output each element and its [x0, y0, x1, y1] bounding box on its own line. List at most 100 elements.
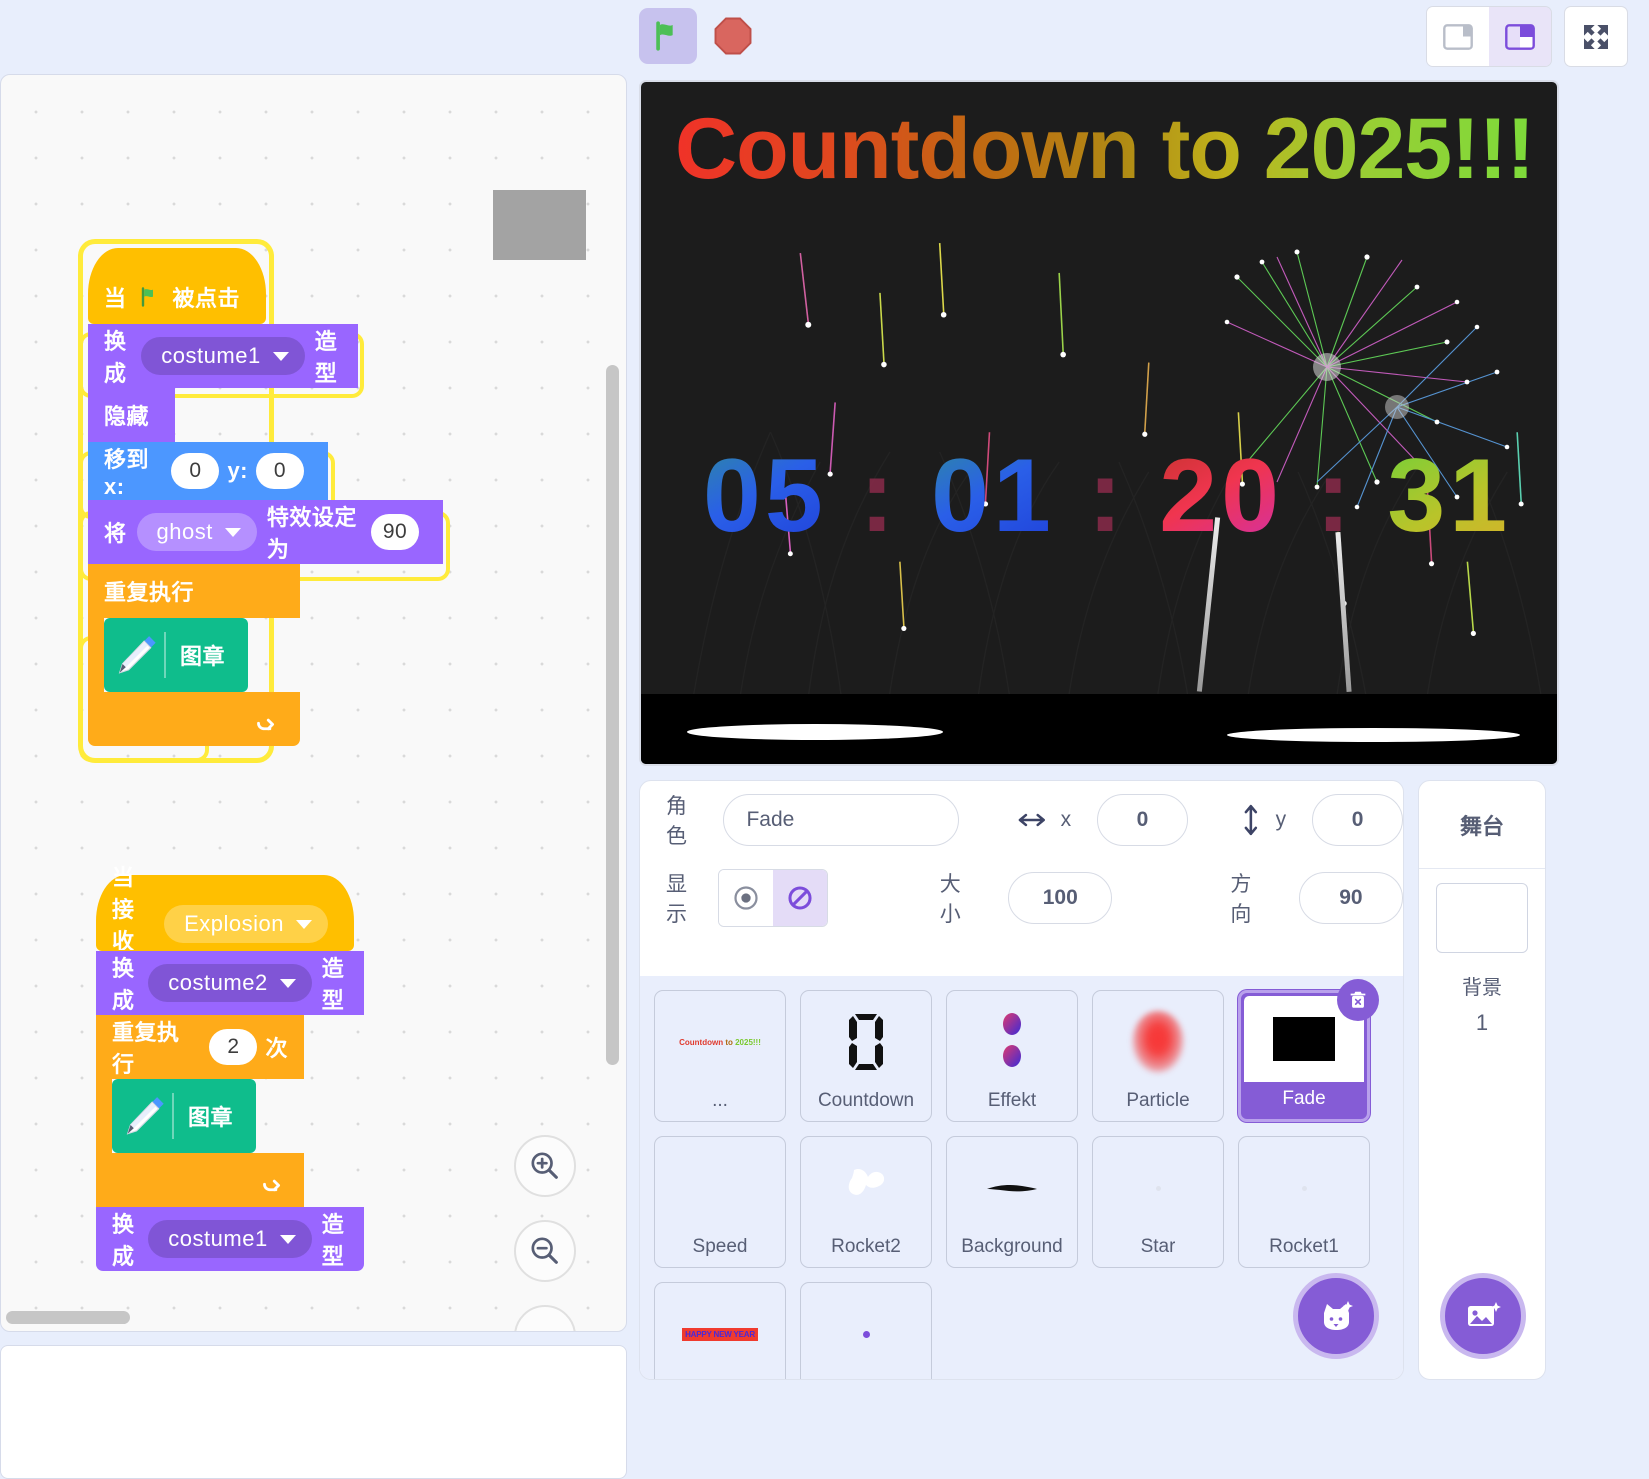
- sprite-card-effekt[interactable]: Effekt: [946, 990, 1078, 1122]
- green-flag-button[interactable]: [639, 8, 697, 64]
- block-switch-costume-2[interactable]: 换成 costume2 造型: [96, 951, 364, 1015]
- block-stamp[interactable]: 图章: [112, 1079, 256, 1153]
- code-workspace[interactable]: 当 被点击 换成 costume1 造型 隐藏 移到 x: 0: [0, 74, 627, 1332]
- sprite-card-background[interactable]: Background: [946, 1136, 1078, 1268]
- black-rect-icon: [1273, 1017, 1335, 1061]
- code-horizontal-scrollbar[interactable]: [6, 1311, 130, 1324]
- block-repeat-header[interactable]: 重复执行 2 次: [96, 1015, 304, 1079]
- countdown-minutes: 01: [931, 437, 1055, 556]
- x-input[interactable]: 0: [171, 453, 219, 489]
- show-sprite-button[interactable]: [719, 870, 773, 926]
- two-dots-icon: [1000, 1011, 1024, 1073]
- stop-button[interactable]: [705, 8, 761, 64]
- message-dropdown[interactable]: Explosion: [164, 905, 328, 943]
- block-label: 隐藏: [104, 399, 149, 431]
- zoom-out-icon: [528, 1234, 562, 1268]
- sprite-card-countdown[interactable]: Countdown: [800, 990, 932, 1122]
- size-label: 大小: [940, 868, 976, 928]
- black-line-thumb: [947, 1147, 1077, 1229]
- block-label: y:: [227, 458, 248, 484]
- sprite-card-rocket1[interactable]: Rocket1: [1238, 1136, 1370, 1268]
- seven-segment-digit-icon: [846, 1011, 886, 1073]
- block-label: 特效设定为: [267, 500, 363, 564]
- sprite-info-row-2: 显示 大小 100 方向 90: [640, 859, 1403, 937]
- block-set-effect[interactable]: 将 ghost 特效设定为 90: [88, 500, 443, 564]
- add-sprite-button[interactable]: [1293, 1273, 1379, 1359]
- block-goto-xy[interactable]: 移到 x: 0 y: 0: [88, 442, 328, 500]
- sprite-name-input[interactable]: Fade: [723, 794, 959, 846]
- y-label: y: [1276, 808, 1287, 832]
- small-stage-layout-button[interactable]: [1427, 7, 1489, 66]
- seven-segment-zero-thumb: [801, 1001, 931, 1083]
- sprite-card-star[interactable]: Star: [1092, 1136, 1224, 1268]
- sprite-card-fade[interactable]: Fade: [1238, 990, 1370, 1122]
- code-horizontal-scrollbar-track: [1, 1311, 627, 1324]
- block-repeat[interactable]: 重复执行 2 次 图章: [96, 1015, 364, 1207]
- zoom-controls: [514, 1135, 576, 1332]
- y-input[interactable]: 0: [1312, 794, 1403, 846]
- size-input[interactable]: 100: [1008, 872, 1112, 924]
- block-label: 次: [265, 1031, 288, 1063]
- sprite-card-happy-new-year[interactable]: HAPPY NEW YEAR happy new…: [654, 1282, 786, 1380]
- stage-title-text: Countdown to 2025!!!: [675, 100, 1534, 199]
- c-block-spine: [88, 618, 104, 692]
- tiny-dot-thumb: [1093, 1147, 1223, 1229]
- chevron-down-icon: [273, 352, 289, 361]
- stage-selector-header: 舞台: [1419, 781, 1545, 869]
- block-label: 重复执行: [104, 575, 194, 607]
- block-when-flag-clicked[interactable]: 当 被点击: [88, 248, 266, 324]
- y-input[interactable]: 0: [256, 453, 304, 489]
- sprite-card-title[interactable]: Countdown to 2025!!! ...: [654, 990, 786, 1122]
- sprite-card-particle[interactable]: Particle: [1092, 990, 1224, 1122]
- stage-canvas[interactable]: Countdown to 2025!!!: [639, 80, 1559, 766]
- block-hide[interactable]: 隐藏: [88, 388, 175, 442]
- zoom-in-button[interactable]: [514, 1135, 576, 1197]
- countdown-title-thumb: Countdown to 2025!!!: [655, 1001, 785, 1083]
- two-dots-thumb: [947, 1001, 1077, 1083]
- effect-value-input[interactable]: 90: [371, 514, 419, 550]
- block-when-receive[interactable]: 当接收到 Explosion: [96, 875, 354, 951]
- tiny-dot-icon: [1302, 1186, 1307, 1191]
- eye-visible-icon: [732, 884, 760, 912]
- sprite-name: Star: [1141, 1236, 1176, 1258]
- happy-new-year-thumb: HAPPY NEW YEAR: [655, 1293, 785, 1375]
- repeat-count-input[interactable]: 2: [209, 1029, 257, 1065]
- hide-sprite-button[interactable]: [773, 870, 827, 926]
- block-forever-header[interactable]: 重复执行: [88, 564, 300, 618]
- block-label: 将: [104, 516, 127, 548]
- backdrop-count: 1: [1419, 1010, 1545, 1036]
- block-label: 移到 x:: [104, 442, 163, 500]
- sprite-card-speed[interactable]: Speed: [654, 1136, 786, 1268]
- sprite-name: Rocket1: [1269, 1236, 1339, 1258]
- add-backdrop-button[interactable]: [1440, 1273, 1526, 1359]
- sprite-card-rocket2[interactable]: Rocket2: [800, 1136, 932, 1268]
- sprite-info-panel: 角色 Fade x 0 y 0 显示: [639, 780, 1404, 1380]
- direction-input[interactable]: 90: [1299, 872, 1403, 924]
- block-switch-costume-3[interactable]: 换成 costume1 造型: [96, 1207, 364, 1271]
- horizontal-arrows-icon: [1017, 809, 1047, 831]
- script-green-flag[interactable]: 当 被点击 换成 costume1 造型 隐藏 移到 x: 0: [88, 248, 443, 746]
- effect-dropdown[interactable]: ghost: [137, 513, 257, 551]
- sprite-card-konfetti[interactable]: Konfetti: [800, 1282, 932, 1380]
- code-vertical-scrollbar[interactable]: [606, 365, 619, 1065]
- bottom-left-panel: [0, 1345, 627, 1479]
- stage-selector-panel[interactable]: 舞台 背景 1: [1418, 780, 1546, 1380]
- block-forever[interactable]: 重复执行 图章: [88, 564, 443, 746]
- large-stage-layout-button[interactable]: [1489, 7, 1551, 66]
- vertical-arrows-icon: [1240, 803, 1262, 837]
- block-label: 换成: [112, 951, 138, 1015]
- costume-dropdown[interactable]: costume1: [148, 1220, 311, 1258]
- stage-thumbnail[interactable]: [1436, 883, 1528, 953]
- block-switch-costume-1[interactable]: 换成 costume1 造型: [88, 324, 358, 388]
- happy-new-year-text: HAPPY NEW YEAR: [682, 1328, 758, 1341]
- stage-area[interactable]: Countdown to 2025!!!: [639, 80, 1559, 766]
- zoom-out-button[interactable]: [514, 1220, 576, 1282]
- delete-sprite-button[interactable]: [1337, 979, 1379, 1021]
- script-explosion[interactable]: 当接收到 Explosion 换成 costume2 造型 重复执行 2 次: [96, 875, 364, 1271]
- costume-dropdown[interactable]: costume1: [141, 337, 304, 375]
- block-stamp[interactable]: 图章: [104, 618, 248, 692]
- x-input[interactable]: 0: [1097, 794, 1188, 846]
- purple-dot-thumb: [801, 1293, 931, 1375]
- costume-dropdown[interactable]: costume2: [148, 964, 311, 1002]
- fullscreen-button[interactable]: [1565, 7, 1627, 66]
